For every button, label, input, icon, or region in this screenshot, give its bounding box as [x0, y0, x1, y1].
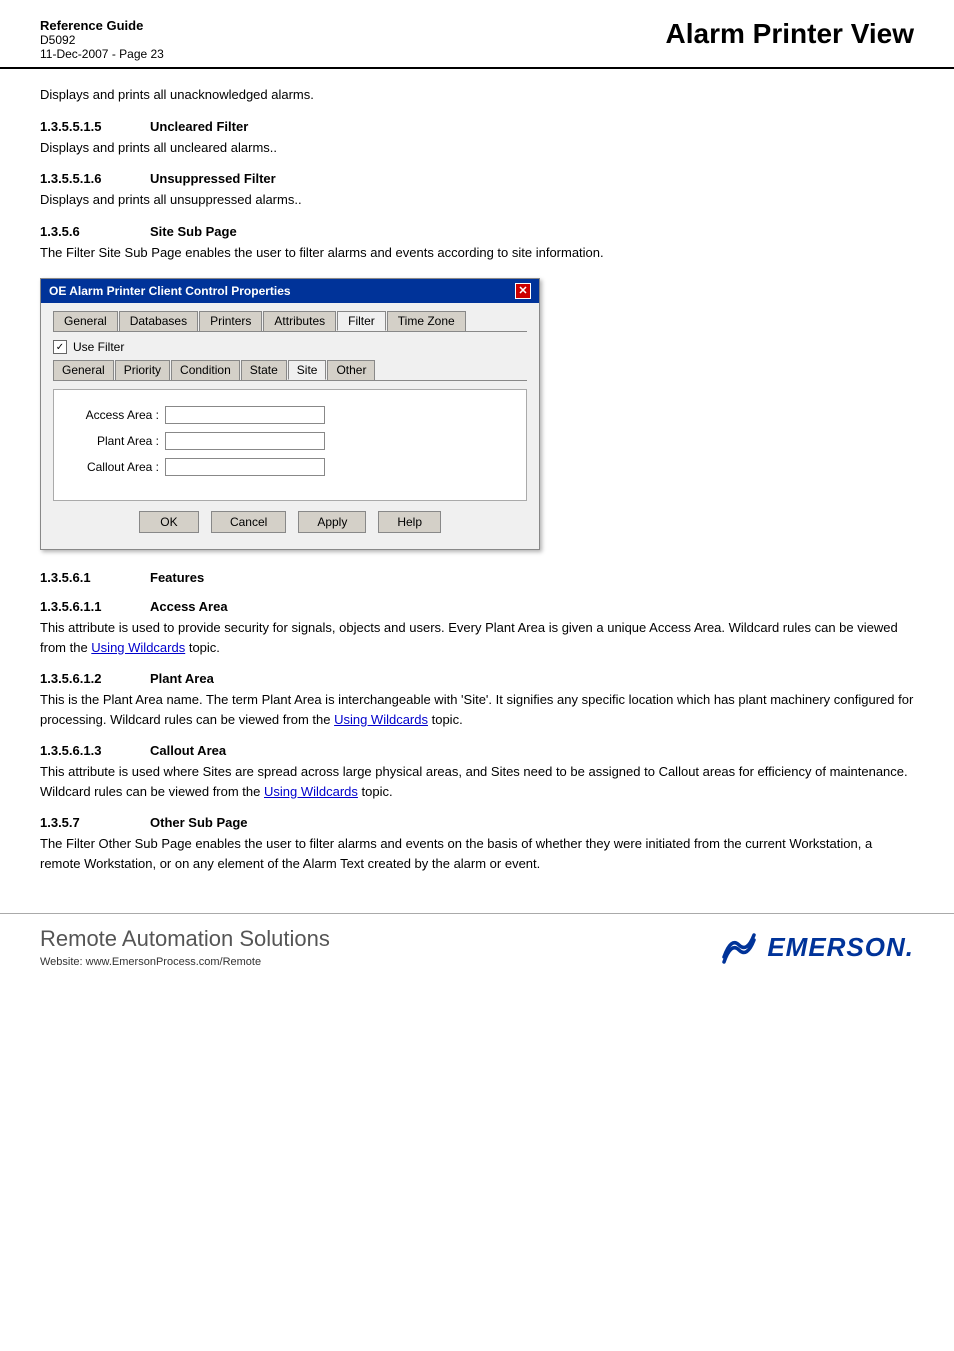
section-1-3-5-6-1-heading: 1.3.5.6.1 Features [40, 570, 914, 585]
section-1-3-5-6-1-3-heading: 1.3.5.6.1.3 Callout Area [40, 743, 914, 758]
website-label: Website: [40, 956, 83, 968]
body-text-1-3-5-6-1-3: This attribute is used where Sites are s… [40, 764, 908, 799]
doc-meta-line2: 11-Dec-2007 - Page 23 [40, 47, 164, 61]
tab-databases[interactable]: Databases [119, 311, 198, 331]
website-info: Website: www.EmersonProcess.com/Remote [40, 956, 330, 968]
emerson-symbol-icon [719, 927, 759, 967]
form-row-callout-area: Callout Area : [74, 458, 506, 476]
callout-area-label: Callout Area : [74, 460, 159, 474]
section-body-1-3-5-5-1-5: Displays and prints all uncleared alarms… [40, 138, 914, 158]
header-right: Alarm Printer View [666, 18, 914, 50]
section-title-1-3-5-6-1-3: Callout Area [150, 743, 226, 758]
tab-printers[interactable]: Printers [199, 311, 262, 331]
help-button[interactable]: Help [378, 511, 441, 533]
section-body-1-3-5-5-1-6: Displays and prints all unsuppressed ala… [40, 190, 914, 210]
dialog-body: General Databases Printers Attributes Fi… [41, 303, 539, 549]
plant-area-input[interactable] [165, 432, 325, 450]
section-title-1-3-5-5-1-6: Unsuppressed Filter [150, 171, 276, 186]
doc-meta-line1: D5092 [40, 33, 164, 47]
use-filter-label: Use Filter [73, 340, 124, 354]
header-left: Reference Guide D5092 11-Dec-2007 - Page… [40, 18, 164, 61]
section-body-1-3-5-7: The Filter Other Sub Page enables the us… [40, 834, 914, 873]
page-footer: Remote Automation Solutions Website: www… [0, 913, 954, 980]
section-title-1-3-5-6-1-2: Plant Area [150, 671, 214, 686]
section-number-1-3-5-6: 1.3.5.6 [40, 224, 130, 239]
dialog-buttons: OK Cancel Apply Help [53, 511, 527, 541]
website-url: www.EmersonProcess.com/Remote [86, 956, 261, 968]
top-tab-row: General Databases Printers Attributes Fi… [53, 311, 527, 332]
section-number-1-3-5-7: 1.3.5.7 [40, 815, 130, 830]
tab-timezone[interactable]: Time Zone [387, 311, 466, 331]
section-title-1-3-5-6: Site Sub Page [150, 224, 237, 239]
link-using-wildcards-3[interactable]: Using Wildcards [264, 784, 358, 799]
section-number-1-3-5-5-1-6: 1.3.5.5.1.6 [40, 171, 130, 186]
dialog-close-button[interactable]: ✕ [515, 283, 531, 299]
section-title-1-3-5-5-1-5: Uncleared Filter [150, 119, 248, 134]
inner-tab-row: General Priority Condition State Site Ot… [53, 360, 527, 381]
use-filter-checkbox[interactable]: ✓ [53, 340, 67, 354]
section-1-3-5-5-1-6-heading: 1.3.5.5.1.6 Unsuppressed Filter [40, 171, 914, 186]
section-body-1-3-5-6-1-1: This attribute is used to provide securi… [40, 618, 914, 657]
section-number-1-3-5-6-1-1: 1.3.5.6.1.1 [40, 599, 130, 614]
link-using-wildcards-1[interactable]: Using Wildcards [91, 640, 185, 655]
access-area-input[interactable] [165, 406, 325, 424]
doc-title: Reference Guide [40, 18, 164, 33]
ok-button[interactable]: OK [139, 511, 199, 533]
section-number-1-3-5-6-1: 1.3.5.6.1 [40, 570, 130, 585]
section-title-1-3-5-6-1: Features [150, 570, 204, 585]
inner-tab-general[interactable]: General [53, 360, 114, 380]
inner-tab-state[interactable]: State [241, 360, 287, 380]
section-1-3-5-5-1-5-heading: 1.3.5.5.1.5 Uncleared Filter [40, 119, 914, 134]
emerson-brand-text: EMERSON. [767, 932, 914, 963]
section-body-1-3-5-6-1-2: This is the Plant Area name. The term Pl… [40, 690, 914, 729]
page-header: Reference Guide D5092 11-Dec-2007 - Page… [0, 0, 954, 69]
inner-tab-other[interactable]: Other [327, 360, 375, 380]
section-1-3-5-6-1-1-heading: 1.3.5.6.1.1 Access Area [40, 599, 914, 614]
company-name: Remote Automation Solutions [40, 926, 330, 952]
inner-tab-priority[interactable]: Priority [115, 360, 170, 380]
form-row-plant-area: Plant Area : [74, 432, 506, 450]
body-end-1-3-5-6-1-2: topic. [428, 712, 463, 727]
page-title: Alarm Printer View [666, 18, 914, 50]
plant-area-label: Plant Area : [74, 434, 159, 448]
form-row-access-area: Access Area : [74, 406, 506, 424]
section-1-3-5-7-heading: 1.3.5.7 Other Sub Page [40, 815, 914, 830]
section-number-1-3-5-6-1-3: 1.3.5.6.1.3 [40, 743, 130, 758]
inner-tab-condition[interactable]: Condition [171, 360, 240, 380]
body-text-1-3-5-6-1-2: This is the Plant Area name. The term Pl… [40, 692, 913, 727]
section-number-1-3-5-5-1-5: 1.3.5.5.1.5 [40, 119, 130, 134]
tab-general[interactable]: General [53, 311, 118, 331]
section-title-1-3-5-7: Other Sub Page [150, 815, 248, 830]
section-body-1-3-5-6-1-3: This attribute is used where Sites are s… [40, 762, 914, 801]
body-end-1-3-5-6-1-1: topic. [185, 640, 220, 655]
section-title-1-3-5-6-1-1: Access Area [150, 599, 228, 614]
cancel-button[interactable]: Cancel [211, 511, 286, 533]
section-1-3-5-6-1-2-heading: 1.3.5.6.1.2 Plant Area [40, 671, 914, 686]
apply-button[interactable]: Apply [298, 511, 366, 533]
use-filter-row: ✓ Use Filter [53, 340, 527, 354]
link-using-wildcards-2[interactable]: Using Wildcards [334, 712, 428, 727]
access-area-label: Access Area : [74, 408, 159, 422]
inner-tab-site[interactable]: Site [288, 360, 327, 380]
dialog-titlebar: OE Alarm Printer Client Control Properti… [41, 279, 539, 303]
tab-attributes[interactable]: Attributes [263, 311, 336, 331]
intro-paragraph: Displays and prints all unacknowledged a… [40, 85, 914, 105]
body-end-1-3-5-6-1-3: topic. [358, 784, 393, 799]
section-1-3-5-6-heading: 1.3.5.6 Site Sub Page [40, 224, 914, 239]
section-body-1-3-5-6: The Filter Site Sub Page enables the use… [40, 243, 914, 263]
section-number-1-3-5-6-1-2: 1.3.5.6.1.2 [40, 671, 130, 686]
dialog-form: Access Area : Plant Area : Callout Area … [53, 389, 527, 501]
dialog: OE Alarm Printer Client Control Properti… [40, 278, 540, 550]
main-content: Displays and prints all unacknowledged a… [0, 85, 954, 873]
tab-filter[interactable]: Filter [337, 311, 386, 331]
callout-area-input[interactable] [165, 458, 325, 476]
emerson-logo: EMERSON. [719, 927, 914, 967]
dialog-title: OE Alarm Printer Client Control Properti… [49, 284, 291, 298]
footer-left: Remote Automation Solutions Website: www… [40, 926, 330, 968]
